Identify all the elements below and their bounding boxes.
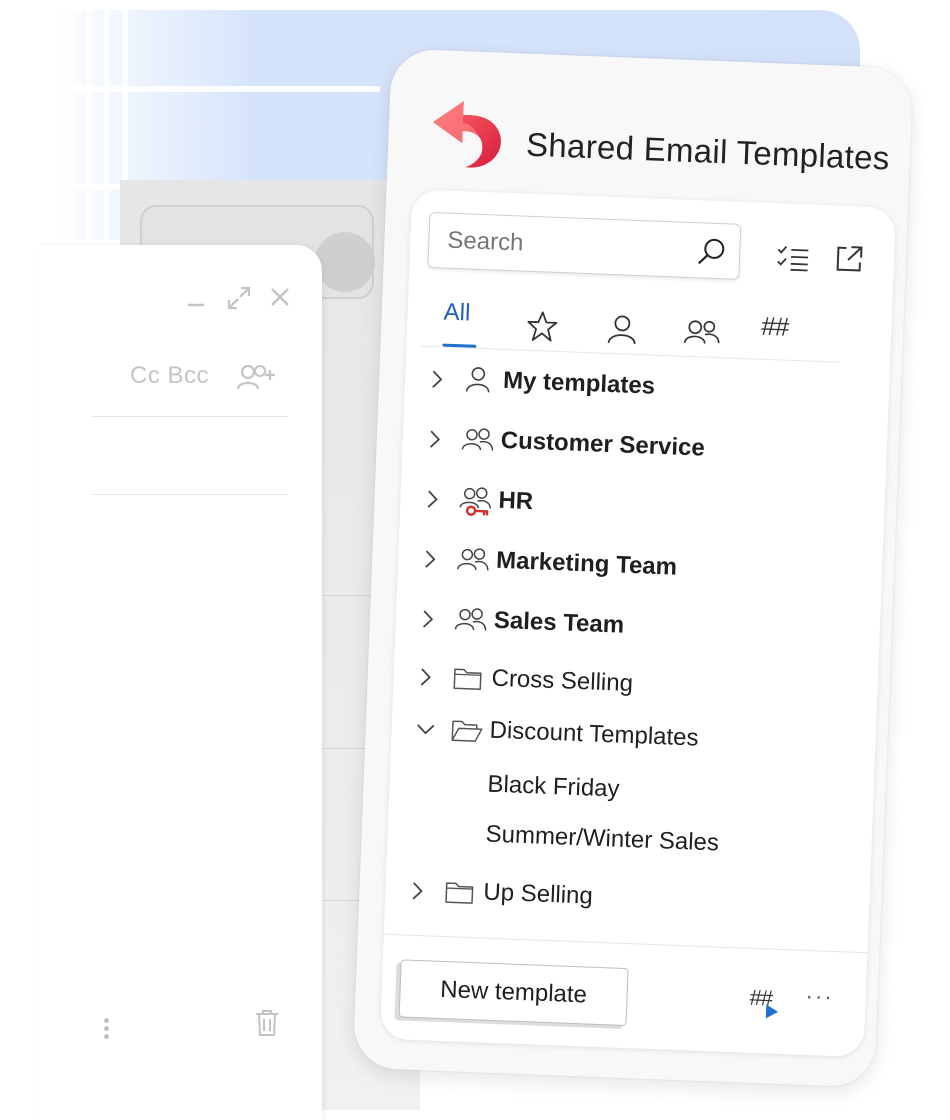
search-placeholder[interactable]: Search [447,227,524,258]
star-icon[interactable] [524,302,560,351]
cc-bcc-links[interactable]: Cc Bcc [130,362,209,390]
tree-item-discount-templates[interactable]: Discount Templates [413,710,699,752]
template-item-summer-winter-sales[interactable]: Summer/Winter Sales [485,821,719,858]
tree-item-up-selling[interactable]: Up Selling [407,872,593,912]
chevron-right-icon[interactable] [407,879,428,904]
people-icon [461,428,494,451]
tab-macros[interactable]: ## [760,311,789,360]
tree-item-label[interactable]: HR [498,487,534,516]
more-options-label[interactable]: ··· [805,983,834,1009]
tree-item-hr[interactable]: HR [422,480,534,520]
tree-item-label[interactable]: Discount Templates [489,717,699,753]
chevron-down-icon[interactable] [413,717,438,742]
people-icon [454,608,487,631]
compose-divider [92,416,288,417]
more-options-icon[interactable] [104,1018,112,1042]
chevron-right-icon[interactable] [424,427,445,452]
more-options-button[interactable]: ··· [805,983,834,1010]
chevron-right-icon[interactable] [427,367,448,392]
tree-item-label[interactable]: Cross Selling [491,665,633,698]
tree-item-marketing-team[interactable]: Marketing Team [419,540,678,581]
search-icon[interactable] [695,235,728,268]
people-key-icon [459,487,491,516]
panel-title: Shared Email Templates [525,125,891,177]
chevron-right-icon[interactable] [420,547,441,572]
tree-item-customer-service[interactable]: Customer Service [424,420,705,462]
people-icon[interactable] [682,308,722,357]
compose-divider [92,494,288,495]
tab-all[interactable]: All [442,299,477,348]
checklist-icon[interactable] [775,241,810,272]
person-icon[interactable] [604,305,640,354]
templates-panel: Shared Email Templates Search All ## My … [353,48,914,1087]
tab-macros-label[interactable]: ## [761,311,789,342]
tree-item-sales-team[interactable]: Sales Team [417,600,625,640]
open-external-icon[interactable] [833,244,864,275]
tab-all-label[interactable]: All [443,299,471,327]
cc-bcc-label[interactable]: Cc Bcc [130,362,209,389]
folder-open-icon [451,720,483,742]
folder-icon [453,668,482,690]
expand-icon[interactable] [226,285,252,311]
template-item-label[interactable]: Summer/Winter Sales [485,821,719,857]
avatar [315,232,375,292]
people-icon [457,548,489,571]
tree-item-label[interactable]: Sales Team [493,607,624,640]
tree-item-cross-selling[interactable]: Cross Selling [415,658,633,698]
template-item-black-friday[interactable]: Black Friday [487,771,620,804]
templates-pane: Search All ## My templates Customer Serv… [379,189,897,1058]
header-divider [50,86,380,92]
chevron-right-icon[interactable] [417,607,438,632]
new-template-button[interactable]: New template [398,959,629,1027]
play-icon[interactable] [765,1003,780,1020]
tree-item-label[interactable]: My templates [503,367,656,401]
tree-item-label[interactable]: Customer Service [500,427,705,463]
filter-tabs: All ## [420,285,843,363]
add-recipient-icon[interactable] [236,362,280,392]
chevron-right-icon[interactable] [422,487,443,512]
tree-item-label[interactable]: Up Selling [483,879,593,911]
folder-icon [445,882,474,904]
active-tab-indicator [442,343,477,348]
close-icon[interactable] [268,285,292,309]
footer-divider [383,933,868,954]
tree-item-my-templates[interactable]: My templates [426,360,656,400]
chevron-right-icon[interactable] [415,665,436,690]
search-box[interactable]: Search [427,211,742,280]
person-icon [465,367,490,393]
logo-icon [432,101,501,168]
minimize-icon[interactable] [186,285,206,309]
tree-item-label[interactable]: Marketing Team [496,547,678,582]
trash-icon[interactable] [254,1008,280,1038]
template-item-label[interactable]: Black Friday [487,771,620,803]
